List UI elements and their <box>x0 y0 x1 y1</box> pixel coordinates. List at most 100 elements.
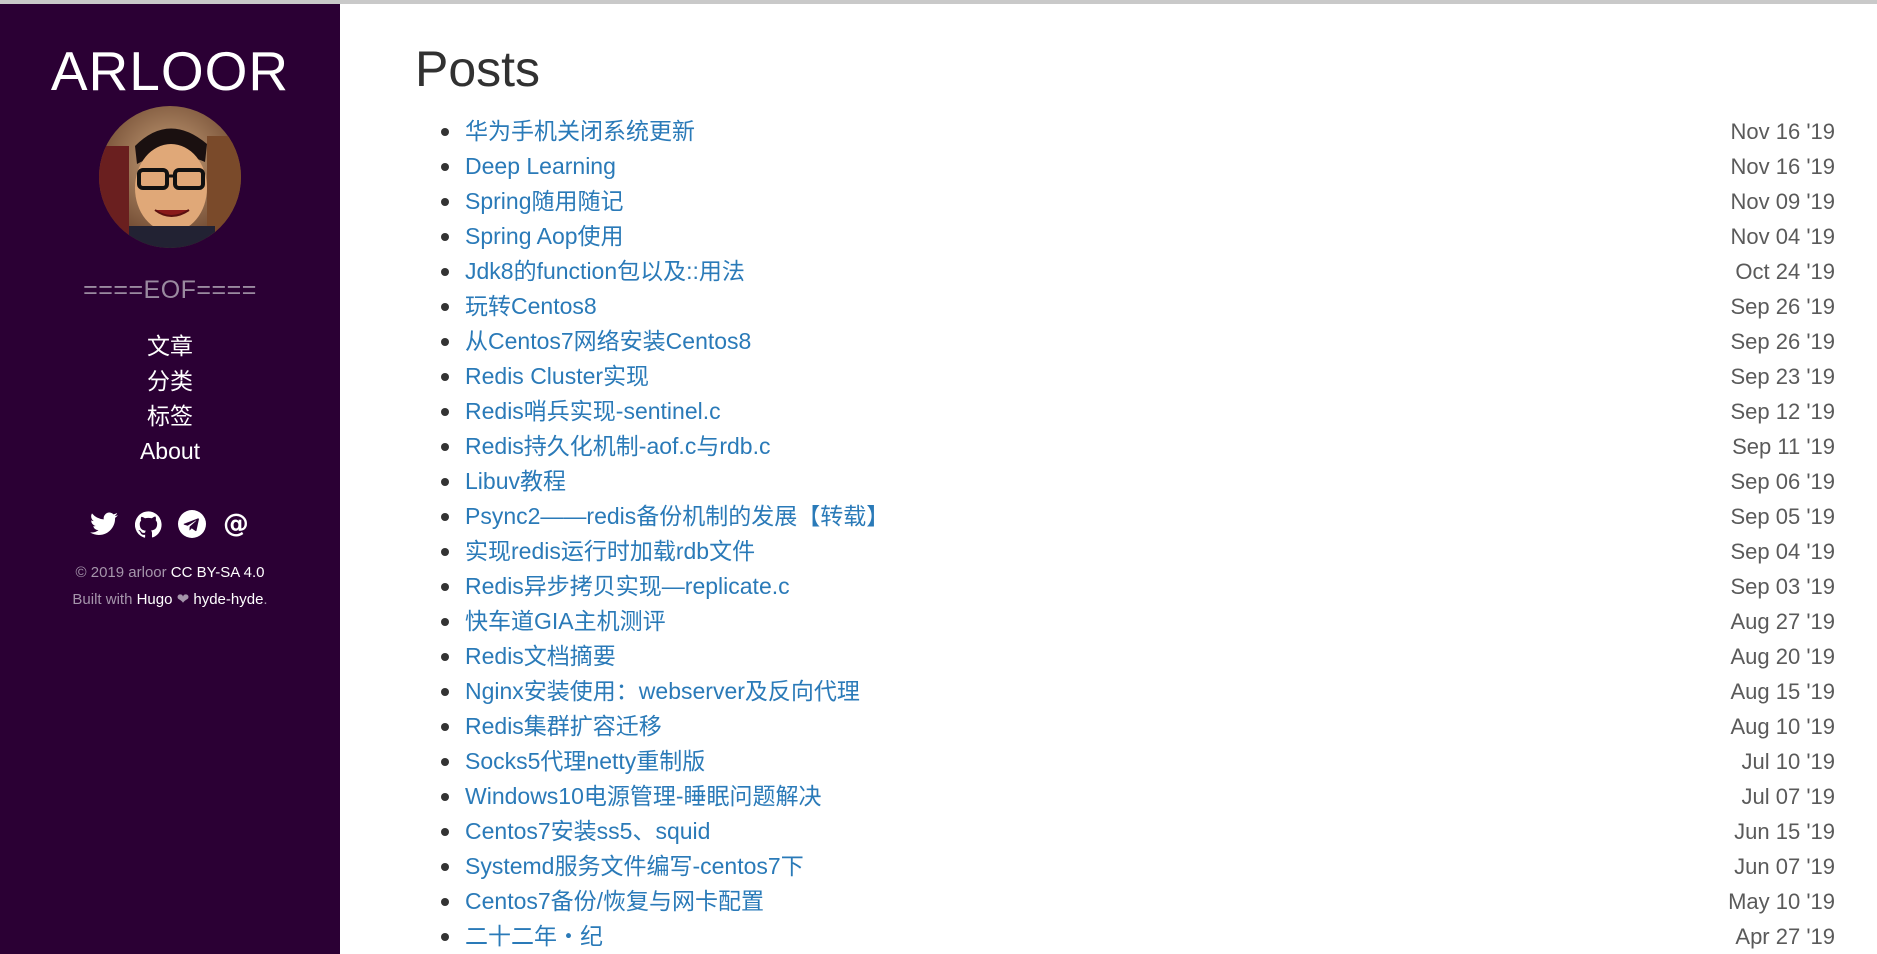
post-link[interactable]: Redis哨兵实现-sentinel.c <box>465 398 721 424</box>
sidebar: ARLOOR ====EOF==== 文章 分类 标签 About @ © 20… <box>0 4 340 954</box>
post-link[interactable]: Jdk8的function包以及::用法 <box>465 258 745 284</box>
list-item: Redis集群扩容迁移 Aug 10 '19 <box>415 709 1835 744</box>
github-icon[interactable] <box>133 509 163 539</box>
bullet-icon <box>441 513 449 521</box>
post-link[interactable]: Redis持久化机制-aof.c与rdb.c <box>465 433 770 459</box>
post-date: May 10 '19 <box>1728 889 1835 914</box>
license-link[interactable]: CC BY-SA 4.0 <box>171 564 265 581</box>
post-link[interactable]: 二十二年・纪 <box>465 923 603 949</box>
heart-icon: ❤ <box>172 591 194 608</box>
bullet-icon <box>441 408 449 416</box>
post-link[interactable]: Windows10电源管理-睡眠问题解决 <box>465 783 822 809</box>
post-link[interactable]: 从Centos7网络安装Centos8 <box>465 328 751 354</box>
post-list: 华为手机关闭系统更新 Nov 16 '19 Deep Learning Nov 16 … <box>415 114 1835 954</box>
post-date: Nov 04 '19 <box>1730 224 1836 249</box>
bullet-icon <box>441 723 449 731</box>
main-content: Posts 华为手机关闭系统更新 Nov 16 '19 Deep Learning N… <box>415 4 1835 954</box>
list-item: 二十二年・纪 Apr 27 '19 <box>415 919 1835 954</box>
bullet-icon <box>441 548 449 556</box>
post-link[interactable]: Centos7备份/恢复与网卡配置 <box>465 888 764 914</box>
bullet-icon <box>441 618 449 626</box>
avatar <box>99 106 241 248</box>
post-link[interactable]: Redis文档摘要 <box>465 643 616 669</box>
list-item: Jdk8的function包以及::用法 Oct 24 '19 <box>415 254 1835 289</box>
sidebar-footer: © 2019 arloor CC BY-SA 4.0 Built with Hu… <box>0 559 340 613</box>
list-item: Spring随用随记 Nov 09 '19 <box>415 184 1835 219</box>
post-link[interactable]: 玩转Centos8 <box>465 293 597 319</box>
bullet-icon <box>441 828 449 836</box>
hugo-link[interactable]: Hugo <box>137 591 173 608</box>
bullet-icon <box>441 128 449 136</box>
post-link[interactable]: Spring随用随记 <box>465 188 623 214</box>
post-date: Oct 24 '19 <box>1735 259 1835 284</box>
nav-link-articles[interactable]: 文章 <box>147 333 193 359</box>
telegram-icon[interactable] <box>177 509 207 539</box>
post-link[interactable]: Deep Learning <box>465 153 616 179</box>
post-link[interactable]: Redis Cluster实现 <box>465 363 649 389</box>
sidebar-item-articles: 文章 <box>0 329 340 364</box>
bullet-icon <box>441 898 449 906</box>
nav-link-about[interactable]: About <box>140 438 200 464</box>
list-item: Spring Aop使用 Nov 04 '19 <box>415 219 1835 254</box>
bullet-icon <box>441 443 449 451</box>
post-link[interactable]: 实现redis运行时加载rdb文件 <box>465 538 755 564</box>
list-item: Socks5代理netty重制版 Jul 10 '19 <box>415 744 1835 779</box>
post-date: Jul 10 '19 <box>1741 749 1836 774</box>
post-link[interactable]: Systemd服务文件编写-centos7下 <box>465 853 804 879</box>
list-item: Redis哨兵实现-sentinel.c Sep 12 '19 <box>415 394 1835 429</box>
bullet-icon <box>441 233 449 241</box>
post-date: Sep 11 '19 <box>1732 434 1835 459</box>
bullet-icon <box>441 303 449 311</box>
bullet-icon <box>441 863 449 871</box>
twitter-icon[interactable] <box>89 509 119 539</box>
list-item: Libuv教程 Sep 06 '19 <box>415 464 1835 499</box>
post-link[interactable]: Redis集群扩容迁移 <box>465 713 662 739</box>
post-date: Jun 07 '19 <box>1734 854 1835 879</box>
bullet-icon <box>441 793 449 801</box>
post-date: Aug 27 '19 <box>1730 609 1835 634</box>
list-item: Redis持久化机制-aof.c与rdb.c Sep 11 '19 <box>415 429 1835 464</box>
list-item: Centos7备份/恢复与网卡配置 May 10 '19 <box>415 884 1835 919</box>
sidebar-nav: 文章 分类 标签 About <box>0 329 340 469</box>
copyright-line: © 2019 arloor CC BY-SA 4.0 <box>0 559 340 586</box>
bullet-icon <box>441 268 449 276</box>
list-item: Windows10电源管理-睡眠问题解决 Jul 07 '19 <box>415 779 1835 814</box>
list-item: 快车道GIA主机测评 Aug 27 '19 <box>415 604 1835 639</box>
post-link[interactable]: Libuv教程 <box>465 468 566 494</box>
bullet-icon <box>441 583 449 591</box>
post-link[interactable]: Centos7安装ss5、squid <box>465 818 710 844</box>
footer-period: . <box>263 591 268 608</box>
sidebar-item-about: About <box>0 434 340 469</box>
nav-link-tags[interactable]: 标签 <box>147 403 193 429</box>
post-date: Sep 06 '19 <box>1730 469 1835 494</box>
email-icon[interactable]: @ <box>221 509 251 539</box>
list-item: Deep Learning Nov 16 '19 <box>415 149 1835 184</box>
post-link[interactable]: Nginx安装使用：webserver及反向代理 <box>465 678 860 704</box>
post-date: Sep 23 '19 <box>1730 364 1835 389</box>
nav-link-categories[interactable]: 分类 <box>147 368 193 394</box>
list-item: Redis文档摘要 Aug 20 '19 <box>415 639 1835 674</box>
post-date: Sep 26 '19 <box>1730 329 1835 354</box>
post-date: Sep 05 '19 <box>1730 504 1835 529</box>
post-link[interactable]: 快车道GIA主机测评 <box>465 608 666 634</box>
list-item: 从Centos7网络安装Centos8 Sep 26 '19 <box>415 324 1835 359</box>
list-item: Redis异步拷贝实现—replicate.c Sep 03 '19 <box>415 569 1835 604</box>
post-date: Nov 16 '19 <box>1730 154 1836 179</box>
post-link[interactable]: Spring Aop使用 <box>465 223 624 249</box>
post-link[interactable]: Redis异步拷贝实现—replicate.c <box>465 573 790 599</box>
post-date: Jul 07 '19 <box>1741 784 1836 809</box>
post-date: Nov 16 '19 <box>1730 119 1836 144</box>
bullet-icon <box>441 758 449 766</box>
site-title[interactable]: ARLOOR <box>0 4 340 106</box>
post-date: Apr 27 '19 <box>1735 924 1835 949</box>
svg-text:@: @ <box>223 510 249 538</box>
list-item: Systemd服务文件编写-centos7下 Jun 07 '19 <box>415 849 1835 884</box>
post-link[interactable]: 华为手机关闭系统更新 <box>465 118 695 144</box>
post-date: Sep 04 '19 <box>1730 539 1835 564</box>
post-link[interactable]: Psync2——redis备份机制的发展【转载】 <box>465 503 889 529</box>
post-date: Sep 03 '19 <box>1730 574 1835 599</box>
theme-link[interactable]: hyde-hyde <box>193 591 263 608</box>
post-link[interactable]: Socks5代理netty重制版 <box>465 748 705 774</box>
bullet-icon <box>441 688 449 696</box>
list-item: Centos7安装ss5、squid Jun 15 '19 <box>415 814 1835 849</box>
